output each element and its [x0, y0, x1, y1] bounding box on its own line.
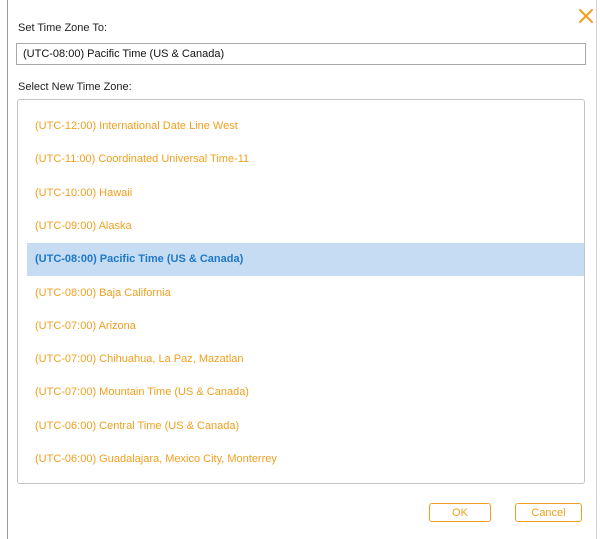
close-icon[interactable] — [577, 7, 595, 25]
list-item[interactable]: (UTC-07:00) Mountain Time (US & Canada) — [27, 376, 584, 409]
current-time-zone-field[interactable]: (UTC-08:00) Pacific Time (US & Canada) — [16, 43, 586, 65]
list-item[interactable]: (UTC-07:00) Chihuahua, La Paz, Mazatlan — [27, 343, 584, 376]
time-zone-list[interactable]: (UTC-12:00) International Date Line West… — [17, 99, 585, 484]
list-item[interactable]: (UTC-07:00) Arizona — [27, 310, 584, 343]
cancel-button[interactable]: Cancel — [515, 503, 582, 522]
list-item[interactable]: (UTC-12:00) International Date Line West — [27, 110, 584, 143]
dialog-right-border — [596, 0, 597, 539]
time-zone-dialog: Set Time Zone To: (UTC-08:00) Pacific Ti… — [0, 0, 600, 539]
list-item[interactable]: (UTC-06:00) Central Time (US & Canada) — [27, 410, 584, 443]
select-time-zone-label: Select New Time Zone: — [18, 81, 132, 93]
ok-button[interactable]: OK — [429, 503, 491, 522]
list-item[interactable]: (UTC-11:00) Coordinated Universal Time-1… — [27, 143, 584, 176]
list-item[interactable]: (UTC-09:00) Alaska — [27, 210, 584, 243]
dialog-left-border — [7, 0, 8, 539]
set-time-zone-label: Set Time Zone To: — [18, 22, 108, 34]
list-item-selected[interactable]: (UTC-08:00) Pacific Time (US & Canada) — [27, 243, 584, 276]
list-item[interactable]: (UTC-06:00) Guadalajara, Mexico City, Mo… — [27, 443, 584, 476]
list-item[interactable]: (UTC-08:00) Baja California — [27, 277, 584, 310]
list-item[interactable]: (UTC-10:00) Hawaii — [27, 177, 584, 210]
